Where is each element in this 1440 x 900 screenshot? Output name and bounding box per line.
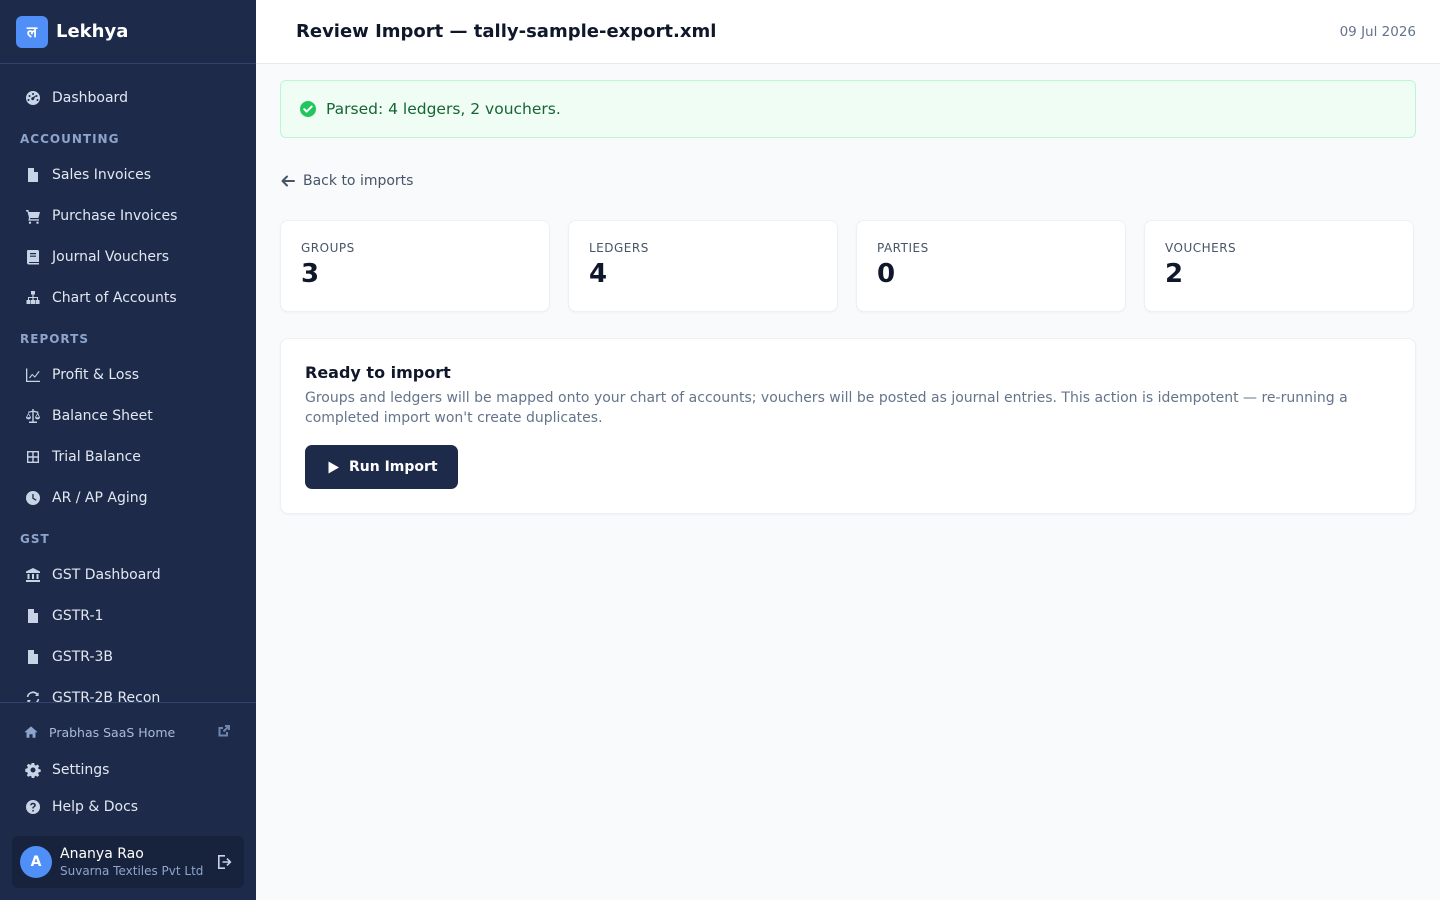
- ready-description: Groups and ledgers will be mapped onto y…: [305, 390, 1348, 426]
- sidebar-item-balance-sheet[interactable]: Balance Sheet: [0, 395, 256, 436]
- saas-home-link[interactable]: Prabhas SaaS Home: [0, 713, 256, 751]
- section-reports: REPORTS: [20, 332, 89, 346]
- brand-logo: ल: [16, 15, 48, 48]
- section-gst: GST: [20, 532, 50, 546]
- external-link-icon: [218, 725, 232, 739]
- success-alert: Parsed: 4 ledgers, 2 vouchers.: [280, 80, 1416, 138]
- play-icon: [328, 461, 339, 473]
- file-icon: [24, 607, 42, 625]
- sidebar-item-help-docs[interactable]: Help & Docs: [0, 788, 256, 825]
- ready-title: Ready to import: [305, 363, 451, 382]
- stat-card-ledgers: LEDGERS 4: [568, 220, 838, 312]
- user-org: Suvarna Textiles Pvt Ltd: [60, 864, 204, 878]
- stat-card-vouchers: VOUCHERS 2: [1144, 220, 1414, 312]
- logout-icon[interactable]: [216, 853, 234, 871]
- sidebar-item-label: AR / AP Aging: [52, 489, 148, 506]
- sidebar-item-label: Trial Balance: [52, 448, 141, 465]
- sidebar-item-purchase-invoices[interactable]: Purchase Invoices: [0, 195, 256, 236]
- file-icon: [24, 166, 42, 184]
- stat-card-parties: PARTIES 0: [856, 220, 1126, 312]
- sidebar: ल Lekhya Dashboard ACCOUNTING Sales Invo…: [0, 0, 256, 900]
- check-circle-icon: [299, 100, 317, 118]
- sidebar-footer: Prabhas SaaS Home Settings Help & Docs: [0, 702, 256, 825]
- sidebar-item-label: Journal Vouchers: [52, 248, 170, 265]
- sidebar-item-chart-of-accounts[interactable]: Chart of Accounts: [0, 277, 256, 318]
- stat-value: 3: [301, 259, 320, 289]
- sidebar-item-journal-vouchers[interactable]: Journal Vouchers: [0, 236, 256, 277]
- sync-icon: [24, 689, 42, 702]
- section-accounting: ACCOUNTING: [20, 132, 120, 146]
- sitemap-icon: [24, 289, 42, 307]
- stat-card-groups: GROUPS 3: [280, 220, 550, 312]
- sidebar-item-profit-loss[interactable]: Profit & Loss: [0, 354, 256, 395]
- sidebar-item-label: GSTR-1: [52, 607, 104, 624]
- top-header: Review Import — tally-sample-export.xml …: [256, 0, 1440, 64]
- scale-icon: [24, 407, 42, 425]
- stat-value: 0: [877, 259, 896, 289]
- line-chart-icon: [24, 366, 42, 384]
- sidebar-item-label: GSTR-3B: [52, 648, 114, 665]
- arrow-left-icon: [281, 175, 295, 187]
- run-import-button[interactable]: Run Import: [305, 445, 458, 489]
- bank-icon: [24, 566, 42, 584]
- main-content: Parsed: 4 ledgers, 2 vouchers. Back to i…: [280, 80, 1416, 514]
- sidebar-item-label: Help & Docs: [52, 798, 139, 815]
- dashboard-icon: [24, 89, 42, 107]
- sidebar-item-label: GST Dashboard: [52, 566, 161, 583]
- sidebar-item-label: Profit & Loss: [52, 366, 140, 383]
- sidebar-item-settings[interactable]: Settings: [0, 751, 256, 788]
- sidebar-item-label: Dashboard: [52, 89, 128, 106]
- sidebar-item-trial-balance[interactable]: Trial Balance: [0, 436, 256, 477]
- sidebar-item-dashboard[interactable]: Dashboard: [0, 77, 256, 118]
- stats-row: GROUPS 3 LEDGERS 4 PARTIES 0 VOUCHERS 2: [280, 220, 1416, 312]
- header-date: 09 Jul 2026: [1339, 23, 1416, 40]
- saas-home-label: Prabhas SaaS Home: [49, 724, 176, 740]
- back-to-imports-link[interactable]: Back to imports: [280, 173, 413, 189]
- book-icon: [24, 248, 42, 266]
- stat-label: LEDGERS: [589, 241, 649, 255]
- stat-label: GROUPS: [301, 241, 355, 255]
- sidebar-item-label: Chart of Accounts: [52, 289, 177, 306]
- file-icon: [24, 648, 42, 666]
- sidebar-nav: Dashboard ACCOUNTING Sales Invoices Purc…: [0, 64, 256, 702]
- stat-label: PARTIES: [877, 241, 929, 255]
- home-icon: [24, 724, 40, 740]
- gear-icon: [24, 761, 42, 779]
- sidebar-item-label: GSTR-2B Recon: [52, 689, 161, 703]
- stat-value: 4: [589, 259, 608, 289]
- sidebar-item-label: Sales Invoices: [52, 166, 152, 183]
- brand[interactable]: ल Lekhya: [0, 0, 256, 64]
- clock-icon: [24, 489, 42, 507]
- user-card[interactable]: A Ananya Rao Suvarna Textiles Pvt Ltd: [12, 836, 244, 888]
- sidebar-item-label: Settings: [52, 761, 110, 778]
- alert-text: Parsed: 4 ledgers, 2 vouchers.: [326, 100, 561, 118]
- cart-icon: [24, 207, 42, 225]
- sidebar-item-gst-dashboard[interactable]: GST Dashboard: [0, 554, 256, 595]
- sidebar-item-ar-ap-aging[interactable]: AR / AP Aging: [0, 477, 256, 518]
- stat-label: VOUCHERS: [1165, 241, 1237, 255]
- table-icon: [24, 448, 42, 466]
- sidebar-item-sales-invoices[interactable]: Sales Invoices: [0, 154, 256, 195]
- page-title: Review Import — tally-sample-export.xml: [296, 21, 717, 42]
- ready-to-import-card: Ready to import Groups and ledgers will …: [280, 338, 1416, 514]
- user-name: Ananya Rao: [60, 846, 144, 862]
- brand-name: Lekhya: [56, 21, 129, 42]
- sidebar-item-gstr-2b-recon[interactable]: GSTR-2B Recon: [0, 677, 256, 702]
- avatar: A: [20, 846, 52, 878]
- back-link-label: Back to imports: [303, 173, 414, 189]
- help-icon: [24, 798, 42, 816]
- sidebar-item-gstr-3b[interactable]: GSTR-3B: [0, 636, 256, 677]
- run-import-label: Run Import: [349, 459, 438, 475]
- sidebar-item-label: Purchase Invoices: [52, 207, 178, 224]
- stat-value: 2: [1165, 259, 1184, 289]
- sidebar-item-gstr-1[interactable]: GSTR-1: [0, 595, 256, 636]
- user-info: Ananya Rao Suvarna Textiles Pvt Ltd: [60, 846, 203, 878]
- sidebar-item-label: Balance Sheet: [52, 407, 153, 424]
